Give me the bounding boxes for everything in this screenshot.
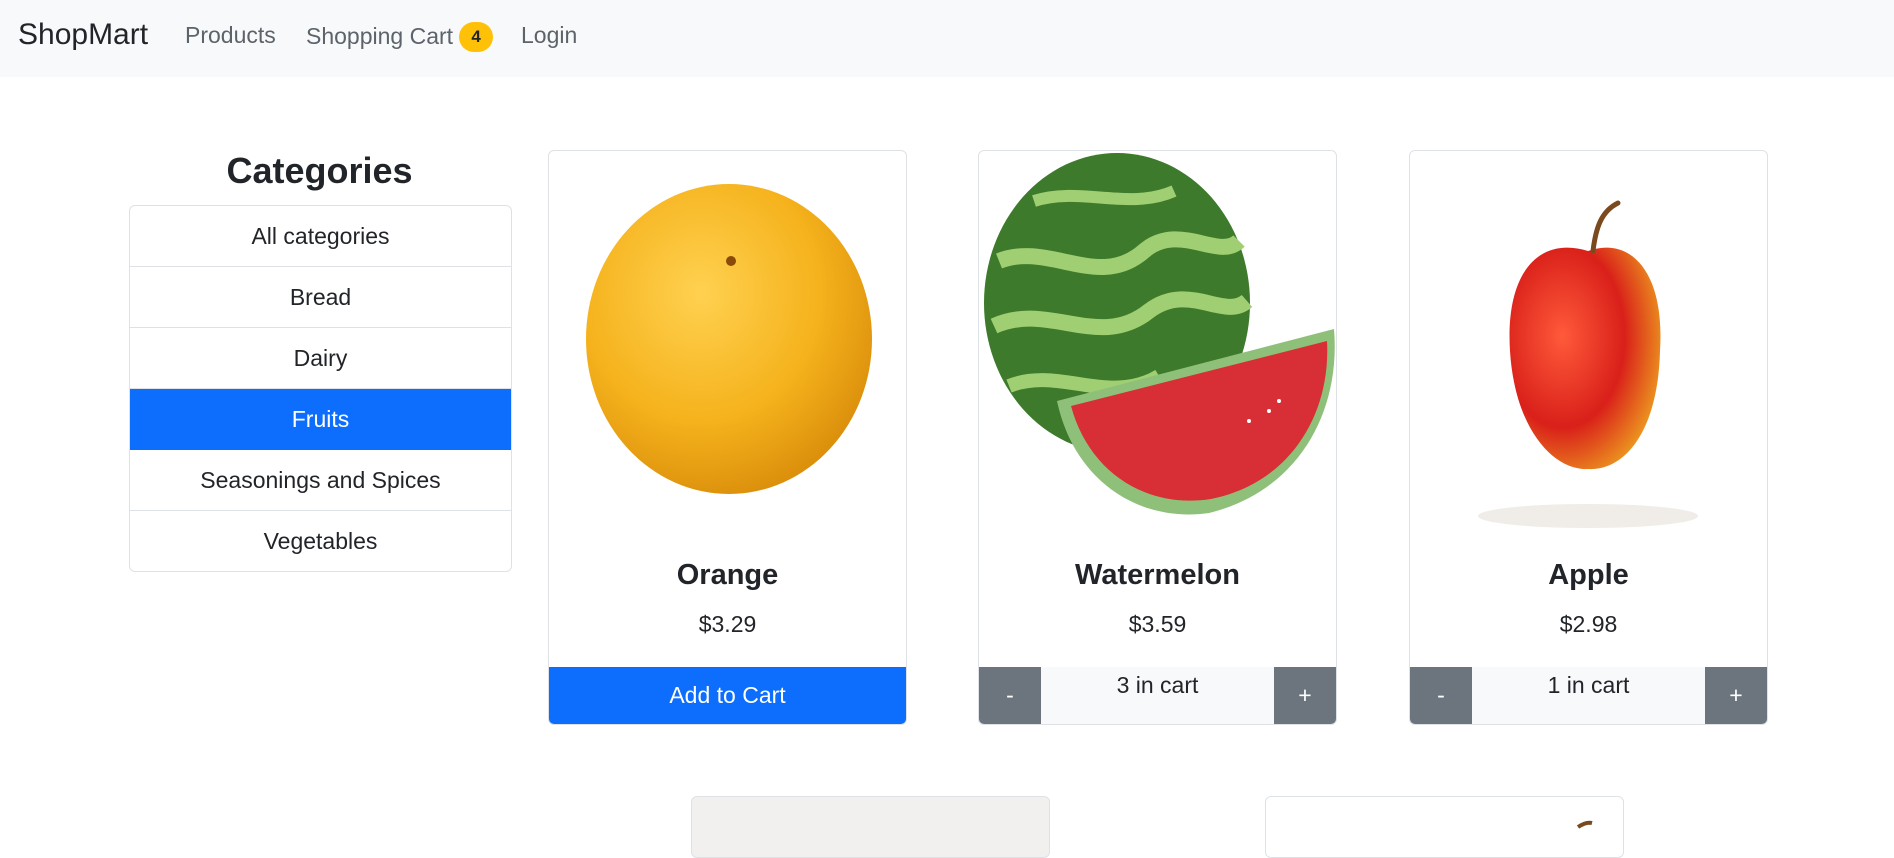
nav-products-link[interactable]: Products (185, 22, 276, 49)
category-item-dairy[interactable]: Dairy (130, 328, 511, 389)
category-item-fruits[interactable]: Fruits (130, 389, 511, 450)
add-to-cart-button[interactable]: Add to Cart (549, 667, 906, 724)
orange-image (586, 184, 872, 494)
product-price: $2.98 (1559, 611, 1618, 637)
product-price: $3.29 (698, 611, 757, 637)
product-name: Apple (1548, 559, 1629, 591)
category-item-bread[interactable]: Bread (130, 267, 511, 328)
product-price: $3.59 (1128, 611, 1187, 637)
decrease-quantity-button[interactable]: - (1410, 667, 1472, 724)
nav-products-label: Products (185, 22, 276, 48)
cart-quantity-text: 1 in cart (1472, 667, 1705, 724)
increase-quantity-button[interactable]: + (1274, 667, 1336, 724)
categories-heading: Categories (226, 150, 413, 191)
category-list: All categories Bread Dairy Fruits Season… (129, 205, 512, 572)
decrease-quantity-button[interactable]: - (979, 667, 1041, 724)
brand-logo[interactable]: ShopMart (18, 18, 148, 52)
cart-quantity-text: 3 in cart (1041, 667, 1274, 724)
cart-quantity-control: - 3 in cart + (979, 667, 1336, 724)
product-image-partial (1576, 820, 1593, 829)
product-name: Orange (676, 559, 779, 591)
product-card-watermelon: Watermelon $3.59 - 3 in cart + (978, 150, 1337, 725)
category-item-vegetables[interactable]: Vegetables (130, 511, 511, 571)
product-card-partial (691, 796, 1050, 858)
cart-count-badge: 4 (459, 22, 494, 52)
category-item-all[interactable]: All categories (130, 206, 511, 267)
category-item-seasonings[interactable]: Seasonings and Spices (130, 450, 511, 511)
product-name: Watermelon (1075, 559, 1240, 591)
cart-quantity-control: - 1 in cart + (1410, 667, 1767, 724)
navbar: ShopMart Products Shopping Cart 4 Login (0, 0, 1894, 77)
increase-quantity-button[interactable]: + (1705, 667, 1767, 724)
nav-shopping-cart-link[interactable]: Shopping Cart 4 (306, 22, 494, 52)
nav-login-link[interactable]: Login (521, 22, 577, 49)
nav-login-label: Login (521, 22, 578, 48)
product-card-apple: Apple $2.98 - 1 in cart + (1409, 150, 1768, 725)
apple-image (1478, 200, 1698, 528)
product-card-orange: Orange $3.29 Add to Cart (548, 150, 907, 725)
nav-shopping-cart-label: Shopping Cart (306, 23, 454, 49)
product-card-partial (1265, 796, 1624, 858)
watermelon-image (984, 153, 1335, 515)
